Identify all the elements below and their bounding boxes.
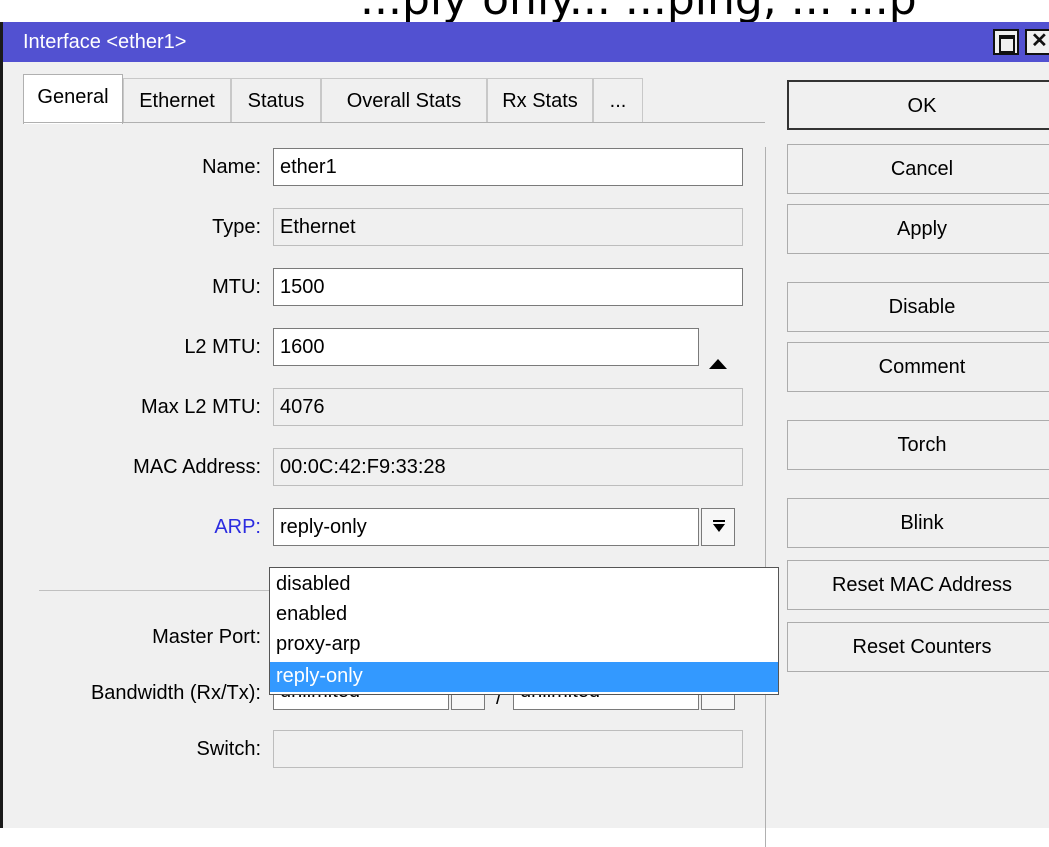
- tab-status[interactable]: Status: [231, 78, 321, 122]
- arp-dropdown-list: disabled enabled proxy-arp reply-only: [269, 567, 779, 695]
- apply-button[interactable]: Apply: [787, 204, 1049, 254]
- cancel-button[interactable]: Cancel: [787, 144, 1049, 194]
- mtu-label: MTU:: [212, 276, 261, 298]
- tab-general[interactable]: General: [23, 74, 123, 124]
- reset-mac-address-button[interactable]: Reset MAC Address: [787, 560, 1049, 610]
- arp-dropdown-button[interactable]: [701, 508, 735, 546]
- panel-border: [765, 147, 766, 847]
- master-port-label: Master Port:: [152, 626, 261, 648]
- arp-option-proxy-arp[interactable]: proxy-arp: [270, 630, 778, 660]
- tab-overall-stats[interactable]: Overall Stats: [321, 78, 487, 122]
- l2mtu-label: L2 MTU:: [184, 336, 261, 358]
- tab-rx-stats[interactable]: Rx Stats: [487, 78, 593, 122]
- switch-label: Switch:: [196, 738, 261, 760]
- chevron-down-icon: [713, 524, 725, 532]
- arp-label[interactable]: ARP:: [214, 516, 261, 539]
- disable-button[interactable]: Disable: [787, 282, 1049, 332]
- arp-option-reply-only[interactable]: reply-only: [270, 662, 778, 692]
- maximize-icon[interactable]: [993, 29, 1019, 55]
- ok-button[interactable]: OK: [787, 80, 1049, 130]
- background-page-text: ...ply only... ...ping, ... ...p: [360, 0, 917, 22]
- type-value: Ethernet: [273, 208, 743, 246]
- tab-ethernet[interactable]: Ethernet: [123, 78, 231, 122]
- type-label: Type:: [212, 216, 261, 238]
- arp-option-disabled[interactable]: disabled: [270, 570, 778, 600]
- max-l2mtu-value: 4076: [273, 388, 743, 426]
- dropdown-bar-icon: [713, 520, 725, 522]
- mac-address-value: 00:0C:42:F9:33:28: [273, 448, 743, 486]
- bandwidth-label: Bandwidth (Rx/Tx):: [90, 682, 261, 704]
- close-icon[interactable]: ✕: [1025, 29, 1049, 55]
- max-l2mtu-label: Max L2 MTU:: [140, 396, 261, 418]
- switch-value: [273, 730, 743, 768]
- arp-select[interactable]: reply-only: [273, 508, 699, 546]
- mac-address-label: MAC Address:: [133, 456, 261, 478]
- arp-option-enabled[interactable]: enabled: [270, 600, 778, 630]
- collapse-arrow-icon[interactable]: [709, 359, 727, 369]
- torch-button[interactable]: Torch: [787, 420, 1049, 470]
- name-input[interactable]: ether1: [273, 148, 743, 186]
- window-titlebar[interactable]: Interface <ether1> ✕: [3, 22, 1049, 62]
- name-label: Name:: [202, 156, 261, 178]
- mtu-input[interactable]: 1500: [273, 268, 743, 306]
- blink-button[interactable]: Blink: [787, 498, 1049, 548]
- background-page-text-strip: ...ply only... ...ping, ... ...p: [0, 0, 1049, 22]
- l2mtu-input[interactable]: 1600: [273, 328, 699, 366]
- tab-divider: [23, 122, 765, 123]
- reset-counters-button[interactable]: Reset Counters: [787, 622, 1049, 672]
- interface-window: Interface <ether1> ✕ General Ethernet St…: [0, 22, 1049, 847]
- window-title: Interface <ether1>: [23, 31, 187, 53]
- tab-more[interactable]: ...: [593, 78, 643, 122]
- comment-button[interactable]: Comment: [787, 342, 1049, 392]
